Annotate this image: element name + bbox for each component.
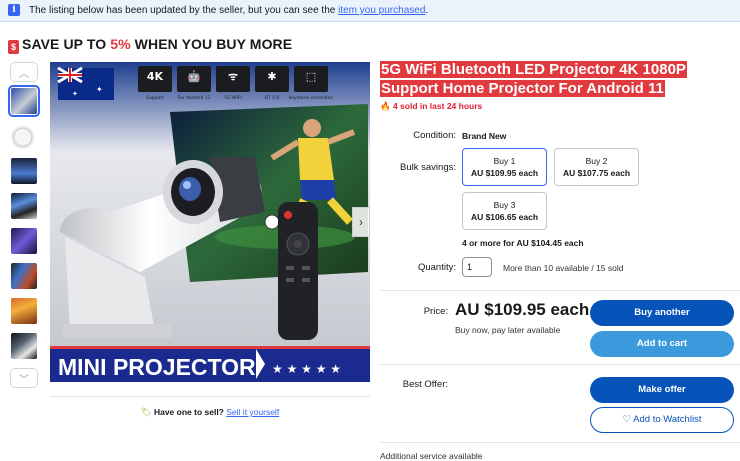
flame-icon: 🔥: [380, 101, 391, 111]
price-value: AU $109.95 each: [455, 300, 590, 319]
thumbnail-3[interactable]: [11, 158, 37, 184]
remote-control: [278, 202, 318, 340]
product-title: 5G WiFi Bluetooth LED Projector 4K 1080P…: [380, 61, 687, 97]
svg-text:4K: 4K: [147, 70, 164, 83]
make-offer-button[interactable]: Make offer: [590, 377, 734, 403]
chevron-up-icon: ︿: [19, 68, 29, 80]
sell-prompt: 🏷 Have one to sell? Sell it yourself: [140, 407, 280, 417]
svg-text:⬚: ⬚: [306, 70, 316, 83]
price-divider: [380, 364, 740, 365]
quantity-label: Quantity:: [417, 262, 456, 273]
thumbnails-up-button[interactable]: ︿: [10, 62, 38, 82]
thumbnail-8[interactable]: [11, 333, 37, 359]
thumbnail-6[interactable]: [11, 263, 37, 289]
pay-later-text: Buy now, pay later available: [455, 325, 561, 335]
condition-label: Condition:: [413, 130, 456, 141]
image-banner-stars: ★ ★ ★ ★ ★: [272, 362, 341, 376]
add-to-cart-button[interactable]: Add to cart: [590, 331, 734, 357]
svg-text:keystone correction: keystone correction: [289, 95, 334, 101]
offer-divider: [380, 442, 740, 443]
condition-value: Brand New: [462, 131, 507, 141]
promo-percent: 5%: [110, 36, 131, 52]
svg-text:BT 5.0: BT 5.0: [265, 95, 280, 101]
thumbnail-7[interactable]: [11, 298, 37, 324]
listing-updated-notice: i The listing below has been updated by t…: [0, 0, 740, 22]
item-purchased-link[interactable]: item you purchased: [338, 5, 425, 16]
main-product-image[interactable]: ✦ ✦ 4K Support 🤖 For Android 11 ᯤ 5G WIFI ✱ BT …: [50, 62, 370, 382]
add-to-watchlist-button[interactable]: ♡ Add to Watchlist: [590, 407, 734, 433]
notice-text: The listing below has been updated by th…: [29, 5, 339, 16]
image-banner-text: MINI PROJECTOR: [58, 354, 256, 380]
svg-text:🤖: 🤖: [187, 70, 201, 83]
tag-icon: 🏷: [140, 407, 152, 417]
info-icon: i: [8, 4, 20, 17]
feature-badge-2: 🤖 For Android 11: [177, 66, 211, 101]
bulk-option-buy-3[interactable]: Buy 3 AU $106.65 each: [462, 192, 547, 230]
product-title-wrap: 5G WiFi Bluetooth LED Projector 4K 1080P…: [380, 60, 735, 98]
gallery-divider: [50, 396, 370, 397]
thumbnail-5[interactable]: [11, 228, 37, 254]
svg-text:✦: ✦: [72, 90, 78, 98]
thumbnail-2[interactable]: [11, 123, 37, 149]
price-label: Price:: [423, 306, 448, 317]
chevron-right-icon: ›: [359, 215, 363, 229]
svg-text:Support: Support: [146, 95, 164, 101]
svg-text:✱: ✱: [267, 70, 276, 83]
chevron-down-icon: ﹀: [19, 374, 29, 386]
bulk-more-offer: 4 or more for AU $104.45 each: [462, 238, 584, 248]
price-tag-icon: $: [8, 40, 19, 54]
thumbnails-down-button[interactable]: ﹀: [10, 368, 38, 388]
sold-recently: 🔥 4 sold in last 24 hours: [380, 101, 483, 111]
bulk-savings-label: Bulk savings:: [400, 162, 456, 173]
best-offer-label: Best Offer:: [402, 379, 448, 390]
availability-text: More than 10 available / 15 sold: [503, 263, 624, 273]
bulk-option-buy-1[interactable]: Buy 1 AU $109.95 each: [462, 148, 547, 186]
buy-another-button[interactable]: Buy another: [590, 300, 734, 326]
thumbnail-strip: ︿ ﹀: [8, 62, 40, 388]
product-photo: ✦ ✦ 4K Support 🤖 For Android 11 ᯤ 5G WIFI ✱ BT …: [50, 62, 370, 382]
thumbnail-1[interactable]: [8, 85, 40, 117]
details-divider: [380, 290, 740, 291]
image-next-button[interactable]: ›: [352, 207, 370, 237]
bulk-savings-promo: $ SAVE UP TO 5% WHEN YOU BUY MORE: [8, 36, 292, 54]
svg-text:ᯤ: ᯤ: [228, 70, 238, 83]
sell-it-yourself-link[interactable]: Sell it yourself: [226, 407, 279, 417]
additional-service-text: Additional service available: [380, 451, 483, 461]
svg-text:For Android 11: For Android 11: [177, 95, 210, 101]
svg-text:5G WIFI: 5G WIFI: [224, 95, 241, 101]
svg-text:✦: ✦: [96, 85, 103, 94]
bulk-option-buy-2[interactable]: Buy 2 AU $107.75 each: [554, 148, 639, 186]
feature-badge-5: ⬚ keystone correction: [289, 66, 334, 101]
quantity-input[interactable]: 1: [462, 257, 492, 277]
thumbnail-4[interactable]: [11, 193, 37, 219]
australia-flag: ✦ ✦: [57, 66, 114, 100]
